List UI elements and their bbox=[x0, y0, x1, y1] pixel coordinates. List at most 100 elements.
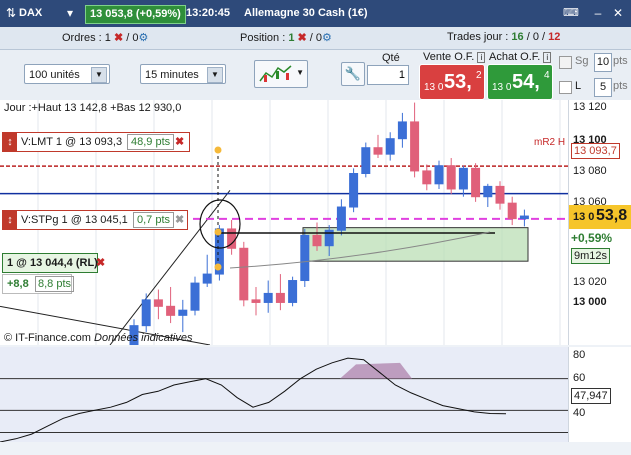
cancel-icon[interactable]: ✖ bbox=[114, 32, 123, 44]
candle-body bbox=[483, 185, 493, 198]
oscillator-line bbox=[0, 357, 507, 442]
cancel-order-icon[interactable]: ✖ bbox=[175, 133, 184, 151]
sell-button[interactable]: 13 0 53, 2 bbox=[419, 64, 485, 100]
limit-price-tag: 13 093,7 bbox=[571, 143, 620, 159]
toolbar: 100 unités ▼ 15 minutes ▼ ▼ 🔧 Qté Vente … bbox=[0, 50, 631, 100]
candle-body bbox=[153, 299, 163, 307]
candle-body bbox=[178, 309, 188, 316]
info-icon[interactable]: i bbox=[477, 52, 486, 63]
qty-label: Qté bbox=[382, 52, 400, 64]
candle-body bbox=[495, 185, 505, 204]
title-bar: ⇅ DAX ▾ 13 053,8 (+0,59%) 13:20:45 Allem… bbox=[0, 0, 631, 27]
candle-body bbox=[312, 234, 322, 247]
units-select[interactable]: 100 unités ▼ bbox=[24, 64, 110, 84]
keyboard-icon[interactable]: ⌨ bbox=[563, 6, 579, 20]
osc-y-tick: 40 bbox=[573, 407, 586, 419]
candle-body bbox=[385, 138, 395, 155]
stop-order-line-label[interactable]: ↕ V:STPg 1 @ 13 045,1 0,7 pts ✖ bbox=[2, 210, 188, 230]
last-price-tag: 13 0 53,8 bbox=[569, 205, 631, 229]
limit-order-line-label[interactable]: ↕ V:LMT 1 @ 13 093,3 48,9 pts ✖ bbox=[2, 132, 190, 152]
oscillator-plot[interactable] bbox=[0, 347, 568, 442]
candle-body bbox=[288, 280, 298, 303]
l-checkbox[interactable] bbox=[559, 81, 572, 94]
overbought-area bbox=[340, 362, 412, 379]
candle-body bbox=[434, 165, 444, 185]
candle-body bbox=[422, 170, 432, 185]
candle-body bbox=[336, 206, 346, 231]
candle-body bbox=[471, 167, 481, 198]
orders-summary[interactable]: Ordres : 1 ✖ / 0⚙ bbox=[62, 31, 148, 44]
candle-body bbox=[263, 292, 273, 303]
y-tick: 13 020 bbox=[573, 276, 607, 288]
drag-handle-icon[interactable]: ↕ bbox=[3, 211, 17, 229]
position-summary[interactable]: Position : 1 ✖ / 0⚙ bbox=[240, 31, 332, 44]
candle-timer-tag: 9m12s bbox=[571, 248, 611, 264]
buy-label: Achat O.F. i bbox=[489, 51, 552, 63]
drag-handle-icon[interactable]: ↕ bbox=[3, 133, 17, 151]
candle-body bbox=[519, 215, 529, 220]
chart-type-button[interactable]: ▼ bbox=[254, 60, 308, 88]
interval-select[interactable]: 15 minutes ▼ bbox=[140, 64, 226, 84]
candle-body bbox=[507, 202, 517, 220]
oscillator-axis: 80 60 47,947 40 bbox=[568, 347, 631, 442]
candle-body bbox=[361, 147, 371, 174]
annotation-point bbox=[214, 146, 222, 154]
instrument-name: DAX bbox=[19, 7, 43, 19]
candle-body bbox=[166, 305, 176, 316]
osc-y-tick: 60 bbox=[573, 372, 586, 384]
candle-body bbox=[300, 234, 310, 282]
y-tick: 13 120 bbox=[573, 101, 607, 113]
candle-body bbox=[141, 299, 151, 327]
gear-icon[interactable]: ⚙ bbox=[139, 32, 149, 44]
candle-body bbox=[458, 167, 468, 190]
day-range-info: Jour :+Haut 13 142,8 +Bas 12 930,0 bbox=[4, 102, 182, 114]
candle-body bbox=[275, 292, 285, 303]
info-bar: Ordres : 1 ✖ / 0⚙ Position : 1 ✖ / 0⚙ Tr… bbox=[0, 27, 631, 50]
quantity-input[interactable] bbox=[367, 65, 409, 85]
price-change-badge: 13 053,8 (+0,59%) bbox=[85, 5, 186, 24]
sg-points-input[interactable]: 10 bbox=[594, 53, 612, 72]
l-points-input[interactable]: 5 bbox=[594, 78, 612, 97]
sg-checkbox[interactable] bbox=[559, 56, 572, 69]
copyright-notice: © IT-Finance.com Données indicatives bbox=[4, 332, 193, 344]
minimize-icon[interactable]: – bbox=[591, 6, 605, 20]
candle-body bbox=[397, 121, 407, 140]
y-tick: 13 080 bbox=[573, 165, 607, 177]
open-position-label[interactable]: 1 @ 13 044,4 (RL) bbox=[2, 253, 98, 273]
wrench-icon[interactable]: 🔧 bbox=[341, 62, 365, 86]
info-icon[interactable]: i bbox=[543, 52, 552, 63]
position-pnl: +8,8 8,8 pts bbox=[2, 274, 75, 294]
mr2-level-label: mR2 H bbox=[534, 137, 566, 148]
price-chart[interactable]: Jour :+Haut 13 142,8 +Bas 12 930,0 ↕ V:L… bbox=[0, 100, 568, 345]
sell-label: Vente O.F. i bbox=[423, 51, 486, 63]
candle-body bbox=[239, 247, 249, 301]
instrument-full-name: Allemagne 30 Cash (1€) bbox=[244, 7, 368, 19]
close-position-icon[interactable]: ✖ bbox=[96, 256, 105, 269]
cancel-icon[interactable]: ✖ bbox=[298, 32, 307, 44]
oscillator-panel[interactable] bbox=[0, 347, 568, 442]
candle-body bbox=[251, 299, 261, 303]
candle-body bbox=[410, 121, 420, 172]
candle-body bbox=[349, 173, 359, 208]
arrow-up-down-icon[interactable]: ⇅ bbox=[4, 6, 18, 20]
chevron-down-icon: ▼ bbox=[296, 68, 304, 77]
chevron-down-icon[interactable]: ▼ bbox=[91, 67, 107, 83]
candle-body bbox=[202, 273, 212, 284]
candle-body bbox=[373, 147, 383, 155]
y-tick: 13 000 bbox=[573, 296, 607, 308]
annotation-point bbox=[214, 228, 222, 236]
chevron-down-icon[interactable]: ▾ bbox=[63, 6, 77, 20]
oscillator-value-tag: 47,947 bbox=[571, 388, 611, 404]
candle-body bbox=[446, 165, 456, 190]
close-icon[interactable]: ✕ bbox=[611, 6, 625, 20]
cancel-order-icon[interactable]: ✖ bbox=[175, 211, 184, 229]
buy-button[interactable]: 13 0 54, 4 bbox=[487, 64, 553, 100]
gear-icon[interactable]: ⚙ bbox=[322, 32, 332, 44]
price-axis[interactable]: 13 120 13 100 13 093,7 13 080 13 060 13 … bbox=[568, 100, 631, 345]
chevron-down-icon[interactable]: ▼ bbox=[207, 67, 223, 83]
clock-time: 13:20:45 bbox=[186, 7, 231, 19]
candlestick-chart-icon bbox=[259, 65, 292, 82]
osc-y-tick: 80 bbox=[573, 349, 586, 361]
percent-change-tag: +0,59% bbox=[571, 231, 613, 245]
trades-summary: Trades jour : 16 / 0 / 12 bbox=[447, 31, 561, 43]
